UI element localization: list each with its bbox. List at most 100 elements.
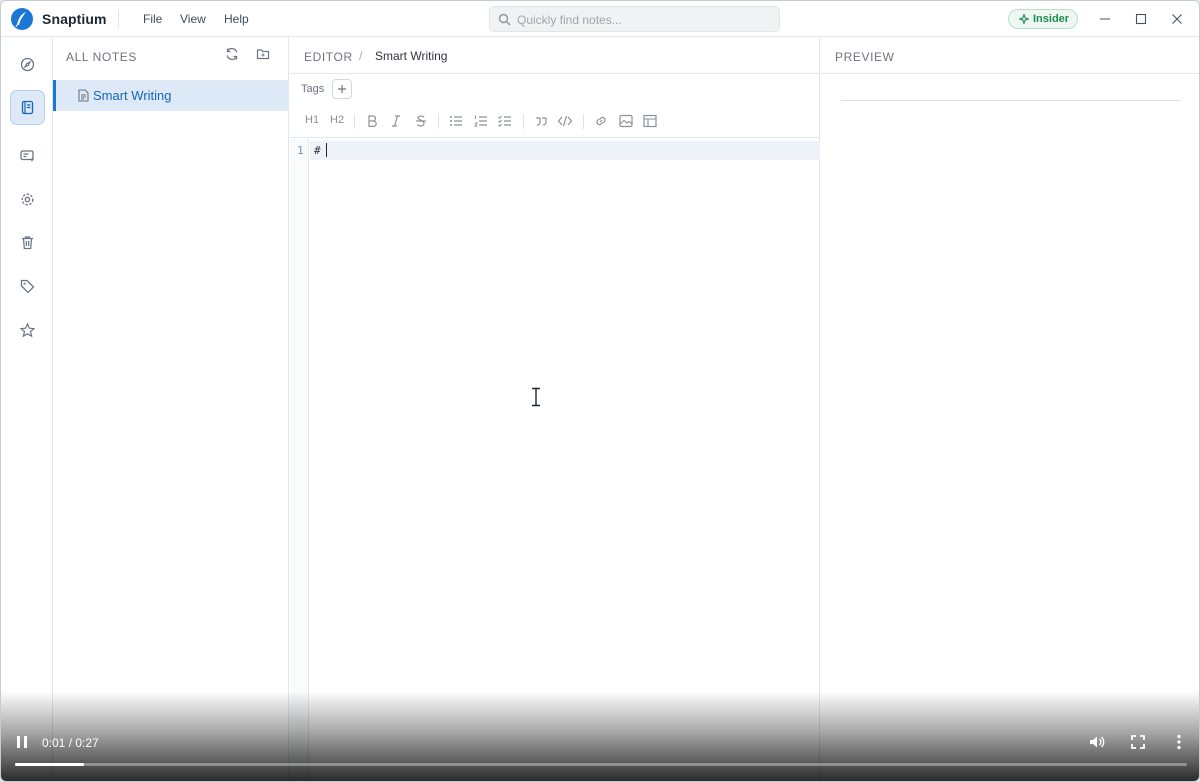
- sync-button[interactable]: [225, 47, 241, 63]
- document-icon: [78, 89, 89, 102]
- preview-header: PREVIEW: [821, 37, 1199, 74]
- video-time: 0:01 / 0:27: [42, 736, 99, 750]
- title-bar: Snaptium File View Help Quickly find not…: [1, 1, 1199, 37]
- note-title: Smart Writing: [93, 88, 172, 103]
- toolbar-divider: [583, 114, 584, 129]
- volume-button[interactable]: [1088, 733, 1106, 751]
- notebook-icon: [21, 100, 34, 115]
- sidebar-item-trash[interactable]: [10, 225, 45, 260]
- video-progress-bar[interactable]: [15, 763, 1187, 766]
- preview-title: PREVIEW: [835, 50, 895, 64]
- heading1-button[interactable]: H1: [305, 114, 319, 126]
- tags-label: Tags: [301, 83, 325, 95]
- minimize-icon: [1100, 18, 1110, 20]
- image-icon: [619, 114, 633, 128]
- numbered-list-button[interactable]: [473, 113, 489, 129]
- sidebar-item-tags[interactable]: [10, 269, 45, 304]
- maximize-button[interactable]: [1132, 10, 1150, 28]
- line-number: 1: [297, 144, 304, 157]
- editor-content[interactable]: #: [314, 144, 321, 157]
- sidebar-item-notes[interactable]: [10, 90, 45, 125]
- heading2-button[interactable]: H2: [330, 114, 344, 126]
- fullscreen-icon: [1131, 735, 1145, 749]
- notes-header: ALL NOTES: [53, 37, 289, 74]
- search-input[interactable]: Quickly find notes...: [489, 6, 780, 32]
- table-button[interactable]: [642, 113, 658, 129]
- notes-panel-title: ALL NOTES: [66, 50, 137, 64]
- plus-icon: [338, 85, 346, 93]
- menu-view[interactable]: View: [180, 12, 206, 26]
- close-icon: [1172, 14, 1182, 24]
- checklist-icon: [498, 115, 511, 127]
- volume-icon: [1090, 736, 1105, 748]
- bullet-list-icon: [450, 116, 462, 126]
- format-toolbar: H1 H2: [290, 104, 820, 138]
- editor-panel: EDITOR / Smart Writing Tags H1 H2 1 #: [290, 37, 820, 781]
- folder-add-icon: [256, 49, 270, 60]
- compass-icon: [20, 57, 35, 72]
- checklist-button[interactable]: [497, 113, 513, 129]
- notes-panel: ALL NOTES Smart Writing: [53, 37, 289, 781]
- breadcrumb-separator: /: [359, 49, 363, 63]
- sidebar-rail: [1, 37, 53, 781]
- menu-file[interactable]: File: [143, 12, 162, 26]
- bold-button[interactable]: [364, 113, 380, 129]
- italic-icon: [392, 115, 400, 127]
- ai-card-icon: [20, 150, 35, 162]
- star-icon: [20, 323, 35, 338]
- list-item[interactable]: Smart Writing: [53, 80, 289, 111]
- insider-badge[interactable]: Insider: [1008, 9, 1078, 29]
- code-button[interactable]: [557, 113, 573, 129]
- preview-divider: [841, 100, 1180, 101]
- breadcrumb-root[interactable]: EDITOR: [304, 50, 353, 64]
- link-icon: [596, 116, 606, 126]
- fullscreen-button[interactable]: [1129, 733, 1147, 751]
- maximize-icon: [1135, 13, 1147, 25]
- insider-label: Insider: [1033, 13, 1070, 25]
- bullet-list-button[interactable]: [448, 113, 464, 129]
- app-window: Snaptium File View Help Quickly find not…: [0, 0, 1200, 782]
- breadcrumb-current: Smart Writing: [375, 49, 448, 63]
- menu-help[interactable]: Help: [224, 12, 249, 26]
- strikethrough-icon: [416, 115, 426, 127]
- more-options-button[interactable]: [1170, 733, 1188, 751]
- link-button[interactable]: [593, 113, 609, 129]
- sidebar-item-favorites[interactable]: [10, 313, 45, 348]
- sidebar-item-dashboard[interactable]: [10, 47, 45, 82]
- sparkle-icon: [1019, 14, 1029, 24]
- minimize-button[interactable]: [1096, 10, 1114, 28]
- quote-button[interactable]: [533, 113, 549, 129]
- app-logo-icon: [11, 8, 33, 30]
- sync-icon: [226, 47, 238, 61]
- title-divider: [118, 10, 119, 28]
- bold-icon: [368, 115, 377, 127]
- search-placeholder: Quickly find notes...: [517, 13, 622, 27]
- pause-button[interactable]: [14, 734, 30, 750]
- settings-icon: [21, 193, 34, 206]
- search-icon: [498, 13, 511, 26]
- preview-panel: PREVIEW: [821, 37, 1199, 781]
- tag-icon: [20, 279, 35, 294]
- app-name: Snaptium: [42, 11, 107, 27]
- sidebar-item-ai[interactable]: [10, 138, 45, 173]
- new-folder-button[interactable]: [256, 47, 272, 63]
- toolbar-divider: [438, 114, 439, 129]
- toolbar-divider: [523, 114, 524, 129]
- more-vertical-icon: [1177, 734, 1181, 750]
- strikethrough-button[interactable]: [413, 113, 429, 129]
- close-button[interactable]: [1168, 10, 1186, 28]
- ibeam-cursor-icon: [532, 387, 540, 407]
- toolbar-divider: [354, 114, 355, 129]
- code-icon: [557, 115, 573, 127]
- add-tag-button[interactable]: [332, 79, 352, 99]
- breadcrumb: EDITOR / Smart Writing: [290, 37, 820, 74]
- video-progress-fill: [15, 763, 85, 766]
- italic-button[interactable]: [388, 113, 404, 129]
- tags-row: Tags: [290, 74, 820, 104]
- image-button[interactable]: [618, 113, 634, 129]
- sidebar-item-settings[interactable]: [10, 182, 45, 217]
- text-caret: [326, 143, 327, 157]
- trash-icon: [22, 236, 33, 250]
- code-editor[interactable]: 1 #: [290, 139, 820, 781]
- video-controls-overlay: [1, 691, 1199, 781]
